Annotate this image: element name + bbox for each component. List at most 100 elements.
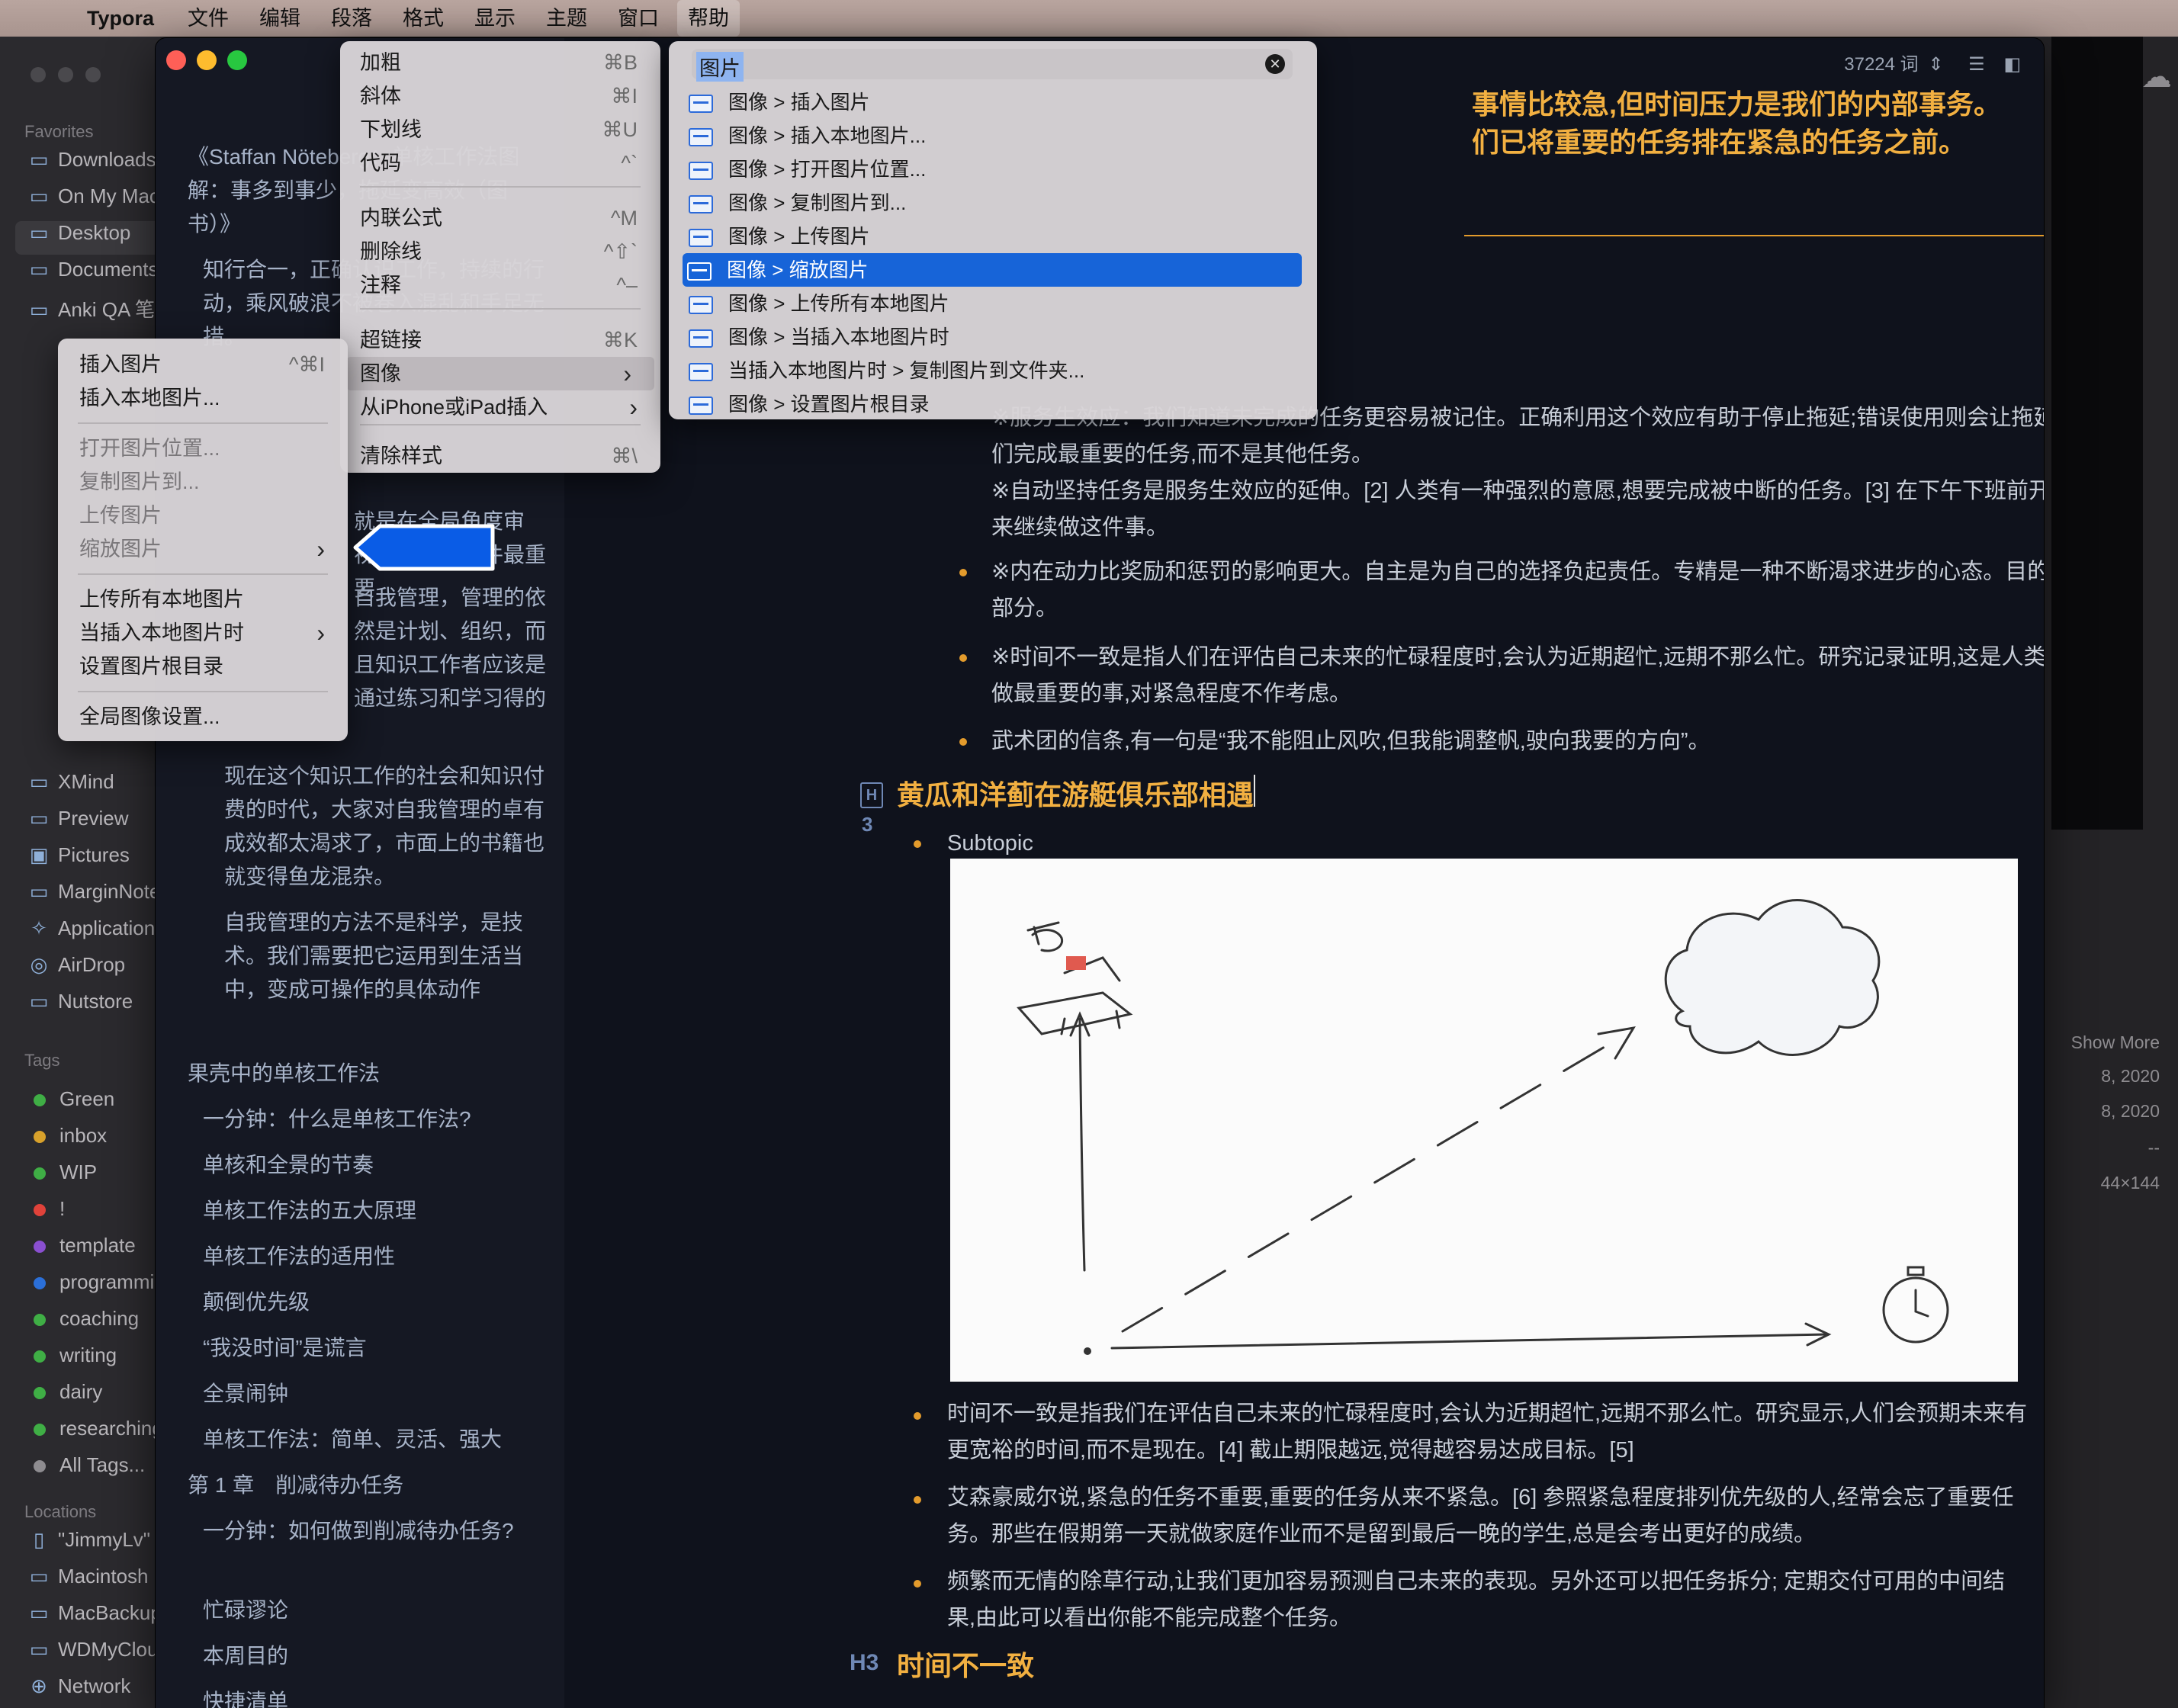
outline-item[interactable]: 一分钟：什么是单核工作法? [203, 1103, 471, 1136]
image-submenu-item[interactable]: 插入本地图片... [58, 381, 348, 415]
minimize-button[interactable] [197, 50, 217, 70]
help-result-item[interactable]: 图像 > 插入图片 [684, 85, 1302, 119]
format-menu-item[interactable]: 加粗 ⌘B [340, 46, 660, 79]
format-menu-item[interactable]: 注释 ^– [340, 268, 660, 302]
sidebar-tag-item[interactable]: writing [27, 1344, 117, 1377]
help-result-item[interactable]: 当插入本地图片时 > 复制图片到文件夹... [684, 354, 1302, 387]
outline-item[interactable]: 颠倒优先级 [203, 1286, 310, 1319]
help-result-item[interactable]: 图像 > 打开图片位置... [684, 152, 1302, 186]
outline-item[interactable]: 单核工作法的适用性 [203, 1240, 395, 1273]
outline-item[interactable]: 果壳中的单核工作法 [188, 1057, 380, 1090]
outline-toggle-icon[interactable]: ☰ [1968, 54, 1985, 75]
outline-item[interactable]: 一分钟：如何做到削减待办任务? [203, 1514, 523, 1548]
sidebar-item-marginnote[interactable]: ▭ MarginNote [27, 880, 161, 913]
outline-para-technique[interactable]: 自我管理的方法不是科学，是技术。我们需要把它运用到生活当中，变成可操作的具体动作 [224, 906, 544, 1006]
sidebar-item-iphone[interactable]: ▯ "JimmyLv" [27, 1528, 150, 1562]
sidebar-item-macbackup[interactable]: ▭ MacBackup [27, 1601, 162, 1635]
finder-zoom-button[interactable] [85, 67, 101, 82]
apple-menu-icon[interactable] [23, 0, 44, 37]
help-result-item[interactable]: 图像 > 插入本地图片... [684, 119, 1302, 152]
sidebar-item-wdmycloud[interactable]: ▭ WDMyCloud [27, 1638, 169, 1671]
sidebar-toggle-icon[interactable]: ◧ [2003, 54, 2021, 75]
format-menu-item[interactable]: 删除线 ^⇧` [340, 235, 660, 268]
sidebar-tag-item[interactable]: inbox [27, 1124, 107, 1157]
finder-close-button[interactable] [31, 67, 46, 82]
outline-item[interactable]: 忙碌谬论 [203, 1594, 288, 1627]
menu-theme[interactable]: 主题 [535, 0, 598, 37]
finder-minimize-button[interactable] [58, 67, 73, 82]
zoom-button[interactable] [227, 50, 247, 70]
menu-view[interactable]: 显示 [464, 0, 526, 37]
outline-item[interactable]: 单核和全景的节奏 [203, 1148, 374, 1182]
outline-item[interactable]: 本周目的 [203, 1639, 288, 1673]
image-submenu-item[interactable]: 复制图片到... [58, 465, 348, 499]
outline-para-self-management[interactable]: 自我管理，管理的依然是计划、组织，而且知识工作者应该是通过练习和学习得的 [354, 581, 552, 715]
illustration-image[interactable] [950, 859, 2018, 1382]
sidebar-tag-item[interactable]: researching [27, 1417, 163, 1450]
sidebar-item-anki[interactable]: ▭ Anki QA 笔记 [27, 294, 175, 328]
image-submenu-item[interactable]: 上传所有本地图片 [58, 583, 348, 616]
format-menu-item[interactable]: 从iPhone或iPad插入 › [340, 390, 660, 424]
image-submenu-item[interactable]: 打开图片位置... [58, 432, 348, 465]
format-menu-item[interactable]: 内联公式 ^M [340, 201, 660, 235]
format-menu-item[interactable]: 图像 › [346, 357, 654, 390]
heading-time-inconsistency[interactable]: 时间不一致 [897, 1644, 1034, 1684]
menu-paragraph[interactable]: 段落 [320, 0, 383, 37]
sidebar-tag-item[interactable]: All Tags... [27, 1453, 145, 1487]
format-menu-item[interactable]: 下划线 ⌘U [340, 113, 660, 146]
sidebar-item-applications[interactable]: ✧ Applications [27, 917, 165, 950]
sidebar-tag-item[interactable]: dairy [27, 1380, 102, 1414]
sidebar-item-xmind[interactable]: ▭ XMind [27, 770, 114, 804]
outline-item[interactable]: 单核工作法：简单、灵活、强大 [203, 1423, 502, 1456]
menu-help[interactable]: 帮助 [677, 0, 740, 37]
menu-window[interactable]: 窗口 [607, 0, 670, 37]
outline-item[interactable]: 第 1 章 削减待办任务 [188, 1469, 403, 1502]
format-menu-item[interactable]: 代码 ^` [340, 146, 660, 180]
sidebar-tag-item[interactable]: ! [27, 1197, 65, 1231]
close-button[interactable] [166, 50, 186, 70]
help-result-item[interactable]: 图像 > 缩放图片 [683, 253, 1302, 287]
show-more-link[interactable]: Show More [2071, 1032, 2160, 1053]
sidebar-item-pictures[interactable]: ▣ Pictures [27, 843, 130, 877]
format-menu-item[interactable]: 斜体 ⌘I [340, 79, 660, 113]
word-count-toggle-icon[interactable]: ⇕ [1928, 54, 1943, 75]
help-result-item[interactable]: 图像 > 上传图片 [684, 220, 1302, 253]
help-search-field[interactable]: 图片 ✕ [692, 49, 1293, 82]
image-submenu-item[interactable]: 设置图片根目录 [58, 650, 348, 683]
menu-format[interactable]: 格式 [392, 0, 455, 37]
image-submenu-item[interactable]: 当插入本地图片时 › [58, 616, 348, 650]
menu-edit[interactable]: 编辑 [249, 0, 311, 37]
help-result-item[interactable]: 图像 > 上传所有本地图片 [684, 287, 1302, 320]
help-result-item[interactable]: 图像 > 当插入本地图片时 [684, 320, 1302, 354]
sidebar-tag-item[interactable]: template [27, 1234, 136, 1267]
outline-para-era[interactable]: 现在这个知识工作的社会和知识付费的时代，大家对自我管理的卓有成效都太渴求了，市面… [224, 759, 544, 894]
sidebar-item-documents[interactable]: ▭ Documents [27, 258, 159, 291]
image-submenu-item[interactable]: 全局图像设置... [58, 700, 348, 734]
sidebar-tag-item[interactable]: coaching [27, 1307, 139, 1340]
help-result-item[interactable]: 图像 > 复制图片到... [684, 186, 1302, 220]
menu-file[interactable]: 文件 [177, 0, 239, 37]
image-submenu-item[interactable]: 上传图片 [58, 499, 348, 532]
outline-item[interactable]: “我没时间”是谎言 [203, 1331, 367, 1365]
outline-item[interactable]: 单核工作法的五大原理 [203, 1194, 416, 1228]
format-menu-item[interactable]: 超链接 ⌘K [340, 323, 660, 357]
sidebar-item-network[interactable]: ⊕ Network [27, 1674, 130, 1708]
sidebar-item-desktop[interactable]: ▭ Desktop [15, 221, 172, 255]
image-submenu-item[interactable]: 缩放图片 › [58, 532, 348, 566]
outline-item[interactable]: 全景闹钟 [203, 1377, 288, 1411]
cloud-icon[interactable]: ☁ [2141, 59, 2172, 95]
sidebar-item-nutstore[interactable]: ▭ Nutstore [27, 990, 133, 1023]
sidebar-item-downloads[interactable]: ▭ Downloads [27, 148, 156, 181]
sidebar-tag-item[interactable]: WIP [27, 1161, 97, 1194]
help-search-query[interactable]: 图片 [696, 52, 744, 82]
sidebar-item-preview[interactable]: ▭ Preview [27, 807, 129, 840]
sidebar-item-on-my-mac[interactable]: ▭ On My Mac [27, 185, 159, 218]
sidebar-item-airdrop[interactable]: ◎ AirDrop [27, 953, 125, 987]
app-menu[interactable]: Typora [76, 0, 165, 37]
heading-cucumber[interactable]: 黄瓜和洋蓟在游艇俱乐部相遇 [897, 773, 1254, 813]
word-count[interactable]: 37224 词 [1844, 54, 1918, 75]
image-submenu-item[interactable]: 插入图片 ^⌘I [58, 348, 348, 381]
help-result-item[interactable]: 图像 > 设置图片根目录 [684, 387, 1302, 421]
clear-search-icon[interactable]: ✕ [1265, 54, 1285, 74]
format-menu-item[interactable]: 清除样式 ⌘\ [340, 439, 660, 473]
